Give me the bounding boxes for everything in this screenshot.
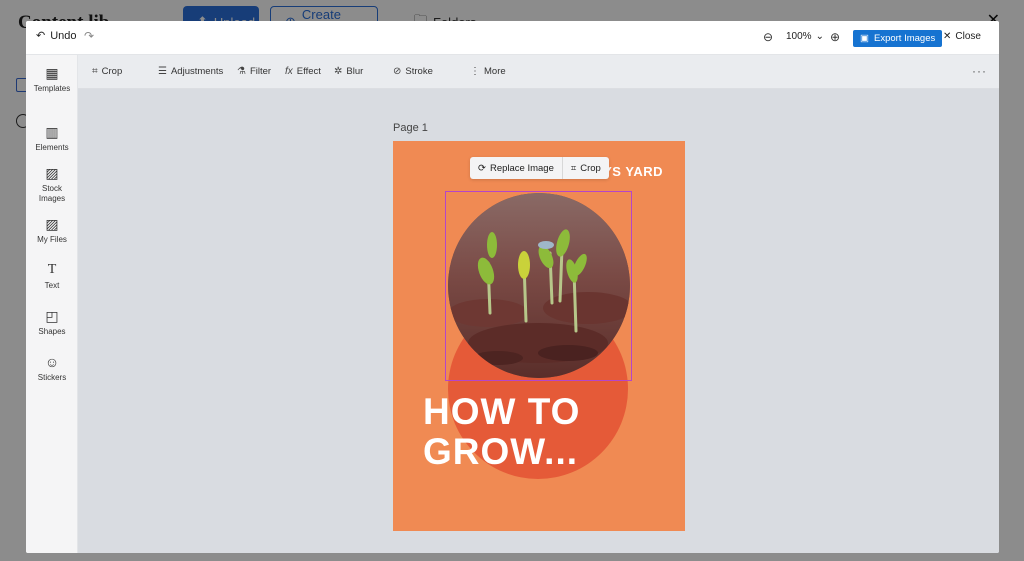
replace-image-button[interactable]: ⟳ Replace Image xyxy=(470,157,562,179)
blur-icon: ✲ xyxy=(334,66,343,77)
templates-icon: ▦ xyxy=(45,65,59,81)
adjustments-tool[interactable]: ☰ Adjustments xyxy=(158,66,223,77)
close-icon: ✕ xyxy=(943,31,952,42)
redo-icon[interactable]: ↷ xyxy=(84,29,94,43)
sidebar-item-templates[interactable]: ▦ Templates xyxy=(26,65,78,94)
zoom-out-icon[interactable]: ⊖ xyxy=(763,30,773,44)
export-images-button[interactable]: ▣ Export Images xyxy=(853,30,943,47)
crop-icon: ⌗ xyxy=(570,162,577,174)
sliders-icon: ☰ xyxy=(158,66,167,77)
zoom-in-icon[interactable]: ⊕ xyxy=(830,30,840,44)
page-label: Page 1 xyxy=(393,122,428,134)
crop-icon: ⌗ xyxy=(92,66,98,77)
tool-sidebar: ▦ Templates ▥ Elements ▨ Stock Images ▨ … xyxy=(26,55,78,553)
effect-tool[interactable]: fx Effect xyxy=(285,66,321,77)
sidebar-item-my-files[interactable]: ▨ My Files xyxy=(26,216,78,245)
close-button[interactable]: ✕ Close xyxy=(943,31,981,42)
sidebar-item-elements[interactable]: ▥ Elements xyxy=(26,124,78,153)
headline-line-2: GROW... xyxy=(423,431,578,472)
filter-icon: ⚗ xyxy=(237,66,246,77)
shapes-icon: ◰ xyxy=(45,308,59,324)
canvas-area: Page 1 NYS YARD ⟳ Replace Image ⌗ Crop H… xyxy=(78,89,999,553)
chevron-down-icon: ⌄ xyxy=(815,31,824,42)
crop-tool[interactable]: ⌗ Crop xyxy=(92,66,122,77)
headline-text[interactable]: HOW TO GROW... xyxy=(423,392,580,472)
image-editor-modal: ↶ Undo ↷ ⊖ 100% ⌄ ⊕ ▣ Export Images ✕ Cl… xyxy=(26,21,999,553)
more-tool[interactable]: ⋮ More xyxy=(470,66,506,77)
stroke-icon: ⊘ xyxy=(393,66,402,77)
replace-icon: ⟳ xyxy=(478,162,486,174)
selection-box[interactable] xyxy=(445,191,632,381)
elements-icon: ▥ xyxy=(45,124,59,140)
undo-button[interactable]: ↶ Undo xyxy=(36,29,77,43)
context-crop-button[interactable]: ⌗ Crop xyxy=(563,157,609,179)
undo-icon: ↶ xyxy=(36,30,46,42)
sidebar-item-shapes[interactable]: ◰ Shapes xyxy=(26,308,78,337)
stroke-tool[interactable]: ⊘ Stroke xyxy=(393,66,433,77)
blur-tool[interactable]: ✲ Blur xyxy=(334,66,363,77)
image-context-bar: ⟳ Replace Image ⌗ Crop xyxy=(470,157,609,179)
sidebar-item-stickers[interactable]: ☺ Stickers xyxy=(26,354,78,383)
effect-icon: fx xyxy=(285,66,293,77)
filter-tool[interactable]: ⚗ Filter xyxy=(237,66,271,77)
stickers-icon: ☺ xyxy=(44,354,60,370)
sidebar-item-text[interactable]: T Text xyxy=(26,262,78,291)
my-files-icon: ▨ xyxy=(45,216,59,232)
zoom-select[interactable]: 100% ⌄ xyxy=(786,31,824,42)
image-toolbar: ⌗ Crop ☰ Adjustments ⚗ Filter fx Effect ✲ Blu… xyxy=(78,55,999,89)
design-page[interactable]: NYS YARD ⟳ Replace Image ⌗ Crop HOW TO G… xyxy=(393,141,685,531)
stock-images-icon: ▨ xyxy=(45,165,59,181)
headline-line-1: HOW TO xyxy=(423,391,581,432)
more-horizontal-icon[interactable]: ··· xyxy=(972,64,987,78)
export-icon: ▣ xyxy=(860,33,869,44)
editor-topbar: ↶ Undo ↷ ⊖ 100% ⌄ ⊕ ▣ Export Images ✕ Cl… xyxy=(26,21,999,55)
more-vertical-icon: ⋮ xyxy=(470,66,480,77)
sidebar-item-stock-images[interactable]: ▨ Stock Images xyxy=(26,165,78,204)
text-icon: T xyxy=(47,262,57,277)
